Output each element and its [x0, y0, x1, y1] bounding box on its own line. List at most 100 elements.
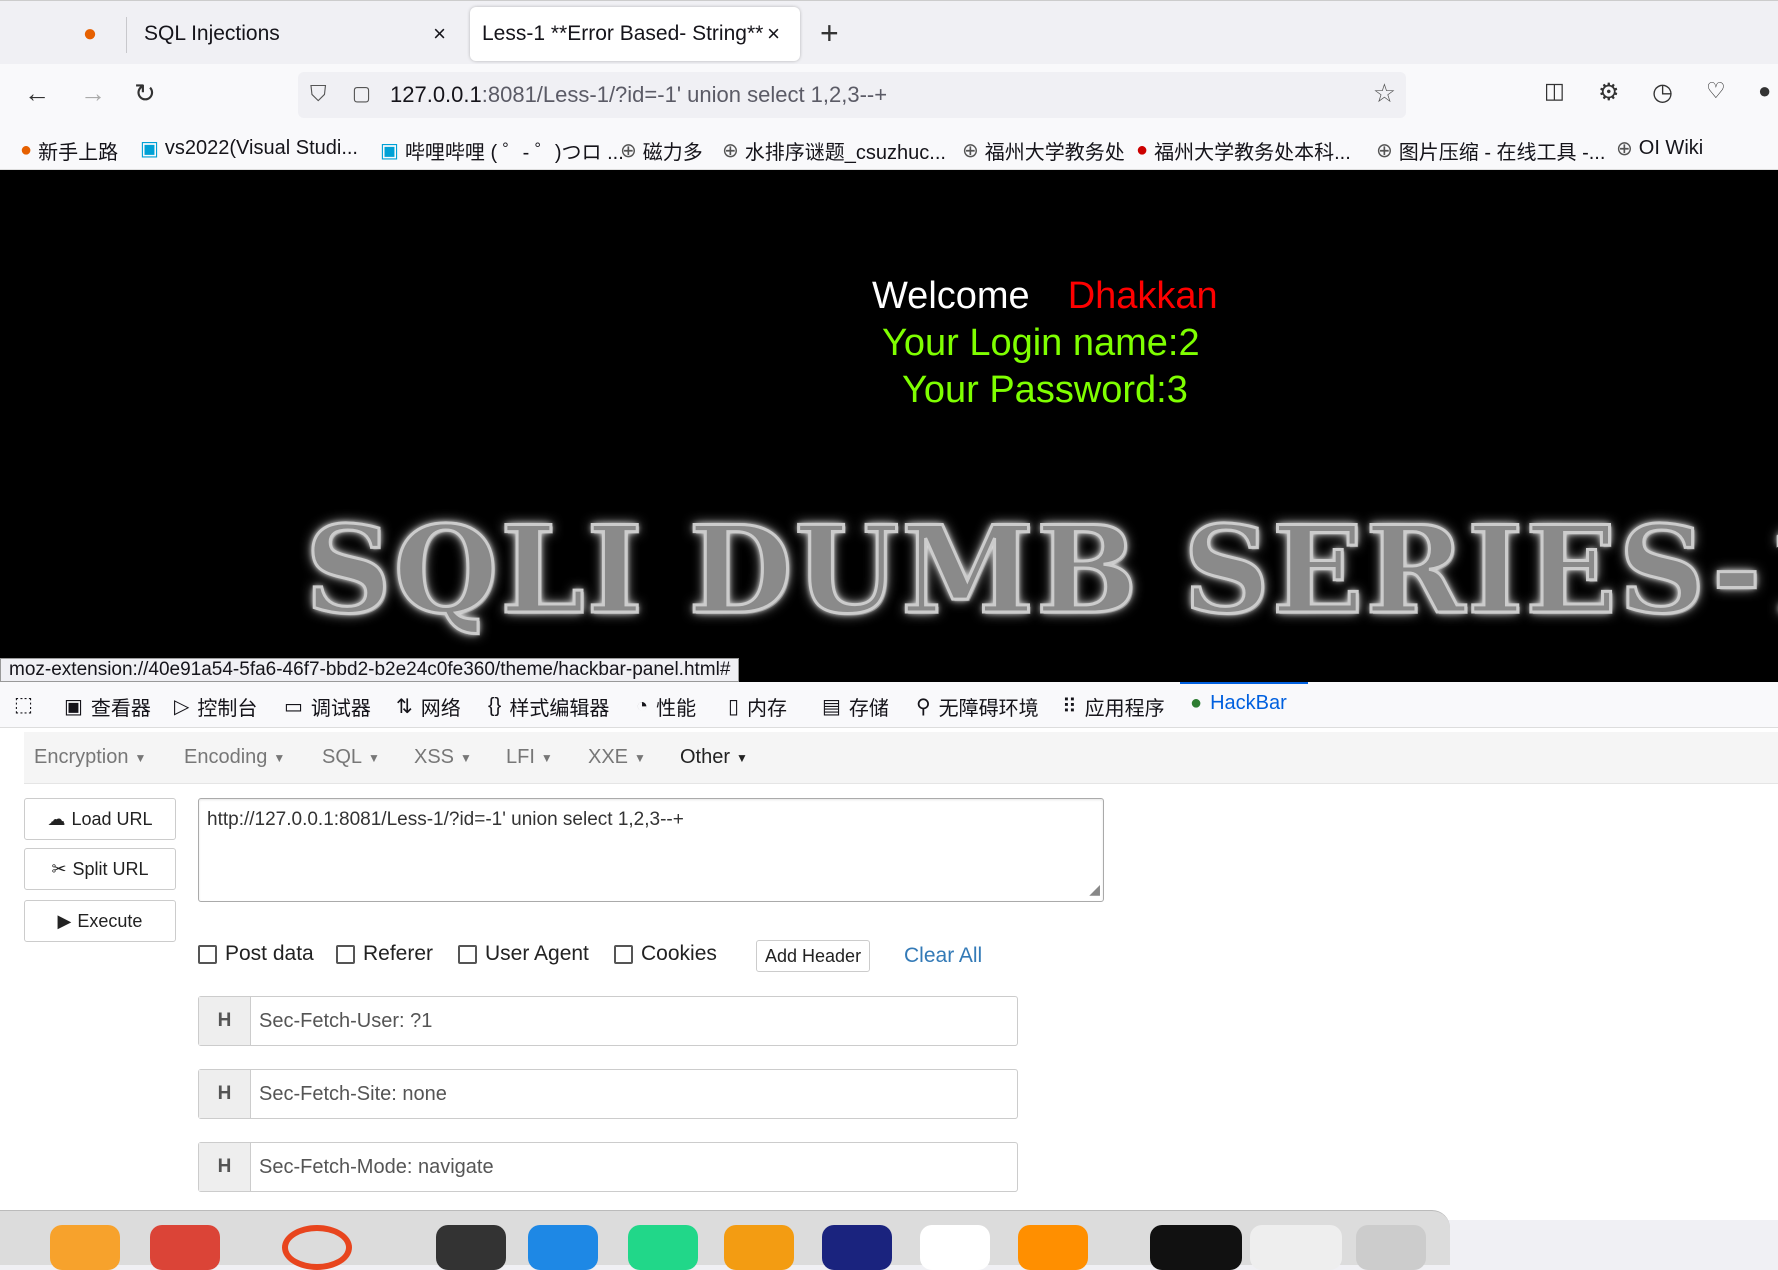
bookmark-star-icon[interactable]: ☆ [1373, 78, 1396, 109]
tab-style-editor[interactable]: {} 样式编辑器 [488, 692, 609, 721]
menu-label: Encryption [34, 746, 129, 768]
typora-dock-icon[interactable] [920, 1225, 990, 1270]
settings-icon[interactable]: ⚙ [1598, 78, 1620, 107]
tab-label: 网络 [420, 698, 461, 720]
forward-icon[interactable]: → [80, 78, 106, 109]
header-row: H Sec-Fetch-User: ?1 [198, 996, 1018, 1046]
url-text[interactable]: 127.0.0.1:8081/Less-1/?id=-1' union sele… [390, 82, 887, 108]
active-tab-indicator [1180, 682, 1308, 684]
scissors-icon: ✂ [51, 858, 67, 879]
menu-other[interactable]: Other ▼ [680, 746, 748, 769]
tab-hackbar[interactable]: ● HackBar [1190, 692, 1287, 715]
bookmark-item[interactable]: ⊕ 福州大学教务处 [962, 136, 1125, 165]
tab-network[interactable]: ⇅ 网络 [396, 692, 461, 721]
tab-label: 应用程序 [1084, 698, 1165, 720]
bookmark-label: 磁力多 [642, 142, 703, 164]
header-input[interactable]: Sec-Fetch-User: ?1 [251, 997, 432, 1045]
reload-icon[interactable]: ↻ [134, 78, 156, 109]
bookmark-item[interactable]: ▣ 哔哩哔哩 ( ゜- ゜)つロ ... [380, 136, 624, 165]
user-agent-checkbox[interactable]: User Agent [458, 942, 589, 966]
execute-button[interactable]: ▶ Execute [24, 900, 176, 942]
resize-handle-icon[interactable]: ◢ [1089, 881, 1100, 898]
search-dock-icon[interactable] [1018, 1225, 1088, 1270]
header-input[interactable]: Sec-Fetch-Site: none [251, 1070, 447, 1118]
sidebar-icon[interactable]: ◫ [1544, 78, 1565, 104]
checkbox-box[interactable] [458, 944, 477, 964]
bookmark-item[interactable]: ⊕ 图片压缩 - 在线工具 -... [1376, 136, 1605, 165]
firefox-dock-icon[interactable] [50, 1225, 120, 1270]
tab-sql-injections[interactable]: SQL Injections × [126, 7, 466, 61]
new-tab-button[interactable]: + [820, 15, 839, 52]
firefox-view-tab[interactable]: ● [60, 7, 120, 61]
menu-encryption[interactable]: Encryption ▼ [34, 746, 146, 769]
bookmark-item[interactable]: ⊕ 磁力多 [620, 136, 703, 165]
app-dock-icon[interactable] [724, 1225, 794, 1270]
close-icon[interactable]: × [767, 21, 780, 47]
url-textarea[interactable]: http://127.0.0.1:8081/Less-1/?id=-1' uni… [198, 798, 1104, 902]
menu-xss[interactable]: XSS ▼ [414, 746, 472, 769]
globe-icon: ⊕ [620, 140, 637, 162]
checkbox-box[interactable] [336, 944, 355, 964]
tab-storage[interactable]: ▤ 存储 [822, 692, 889, 721]
tab-debugger[interactable]: ▭ 调试器 [284, 692, 371, 721]
page-icon[interactable]: ▢ [352, 81, 371, 106]
bookmark-item[interactable]: ⊕ OI Wiki [1616, 136, 1703, 161]
globe-icon: ⊕ [722, 140, 739, 162]
pocket-icon[interactable]: ♡ [1706, 78, 1726, 104]
add-header-button[interactable]: Add Header [756, 940, 871, 972]
checkbox-box[interactable] [198, 944, 217, 964]
welcome-text: Welcome [872, 275, 1030, 317]
tab-accessibility[interactable]: ⚲ 无障碍环境 [916, 692, 1039, 721]
post-data-checkbox[interactable]: Post data [198, 942, 314, 966]
menu-xxe[interactable]: XXE ▼ [588, 746, 646, 769]
checkbox-label: Cookies [641, 942, 717, 965]
tab-inspector[interactable]: ▣ 查看器 [64, 692, 151, 721]
split-url-button[interactable]: ✂ Split URL [24, 848, 176, 890]
terminal-dock-icon[interactable] [436, 1225, 506, 1270]
bookmark-item[interactable]: ⊕ 水排序谜题_csuzhuc... [722, 136, 946, 165]
account-icon[interactable]: ● [1758, 78, 1771, 104]
tab-less-1[interactable]: Less-1 **Error Based- String** × [470, 7, 800, 61]
url-bar[interactable]: ⛉ ▢ 127.0.0.1:8081/Less-1/?id=-1' union … [298, 72, 1406, 118]
bookmark-item[interactable]: ▣ vs2022(Visual Studi... [140, 136, 358, 161]
memory-icon: ▯ [728, 696, 740, 718]
status-bar-url: moz-extension://40e91a54-5fa6-46f7-bbd2-… [0, 658, 740, 682]
globe-icon: ⊕ [962, 140, 979, 162]
chrome-dock-icon[interactable] [150, 1225, 220, 1270]
close-icon[interactable]: × [433, 21, 446, 47]
menu-sql[interactable]: SQL ▼ [322, 746, 380, 769]
caret-down-icon: ▼ [368, 750, 380, 765]
clear-all-link[interactable]: Clear All [904, 944, 982, 968]
blocked-dock-icon[interactable] [282, 1225, 352, 1270]
bookmark-item[interactable]: ● 新手上路 [20, 136, 118, 165]
menu-encoding[interactable]: Encoding ▼ [184, 746, 285, 769]
menu-lfi[interactable]: LFI ▼ [506, 746, 553, 769]
window-preview[interactable] [1250, 1225, 1342, 1270]
menu-label: XSS [414, 746, 455, 768]
element-picker-icon[interactable]: ⬚ [14, 692, 33, 717]
tab-application[interactable]: ⠿ 应用程序 [1062, 692, 1165, 721]
history-icon[interactable]: ◷ [1652, 78, 1673, 107]
bookmark-item[interactable]: ● 福州大学教务处本科... [1136, 136, 1351, 165]
cat-dock-icon[interactable] [822, 1225, 892, 1270]
tab-memory[interactable]: ▯ 内存 [728, 692, 787, 721]
bookmark-label: 水排序谜题_csuzhuc... [744, 142, 946, 164]
vscode-dock-icon[interactable] [528, 1225, 598, 1270]
header-input[interactable]: Sec-Fetch-Mode: navigate [251, 1143, 494, 1191]
back-icon[interactable]: ← [24, 78, 50, 109]
checkbox-box[interactable] [614, 944, 633, 964]
pycharm-dock-icon[interactable] [628, 1225, 698, 1270]
referer-checkbox[interactable]: Referer [336, 942, 433, 966]
debugger-icon: ▭ [284, 696, 303, 718]
cookies-checkbox[interactable]: Cookies [614, 942, 717, 966]
header-marker: H [199, 997, 251, 1045]
tab-performance[interactable]: ◔ 性能 [636, 692, 696, 721]
window-preview[interactable] [1150, 1225, 1242, 1270]
button-label: Execute [77, 910, 143, 931]
tab-console[interactable]: ▷ 控制台 [174, 692, 257, 721]
load-url-button[interactable]: ☁ Load URL [24, 798, 176, 840]
devtools-toolbar: ⬚ ▣ 查看器 ▷ 控制台 ▭ 调试器 ⇅ 网络 {} 样式编辑器 ◔ 性能 ▯ 内存 ▤ 存储… [0, 682, 1778, 728]
trash-dock-icon[interactable] [1356, 1225, 1426, 1270]
tab-label: 调试器 [310, 698, 371, 720]
shield-icon[interactable]: ⛉ [310, 81, 327, 107]
